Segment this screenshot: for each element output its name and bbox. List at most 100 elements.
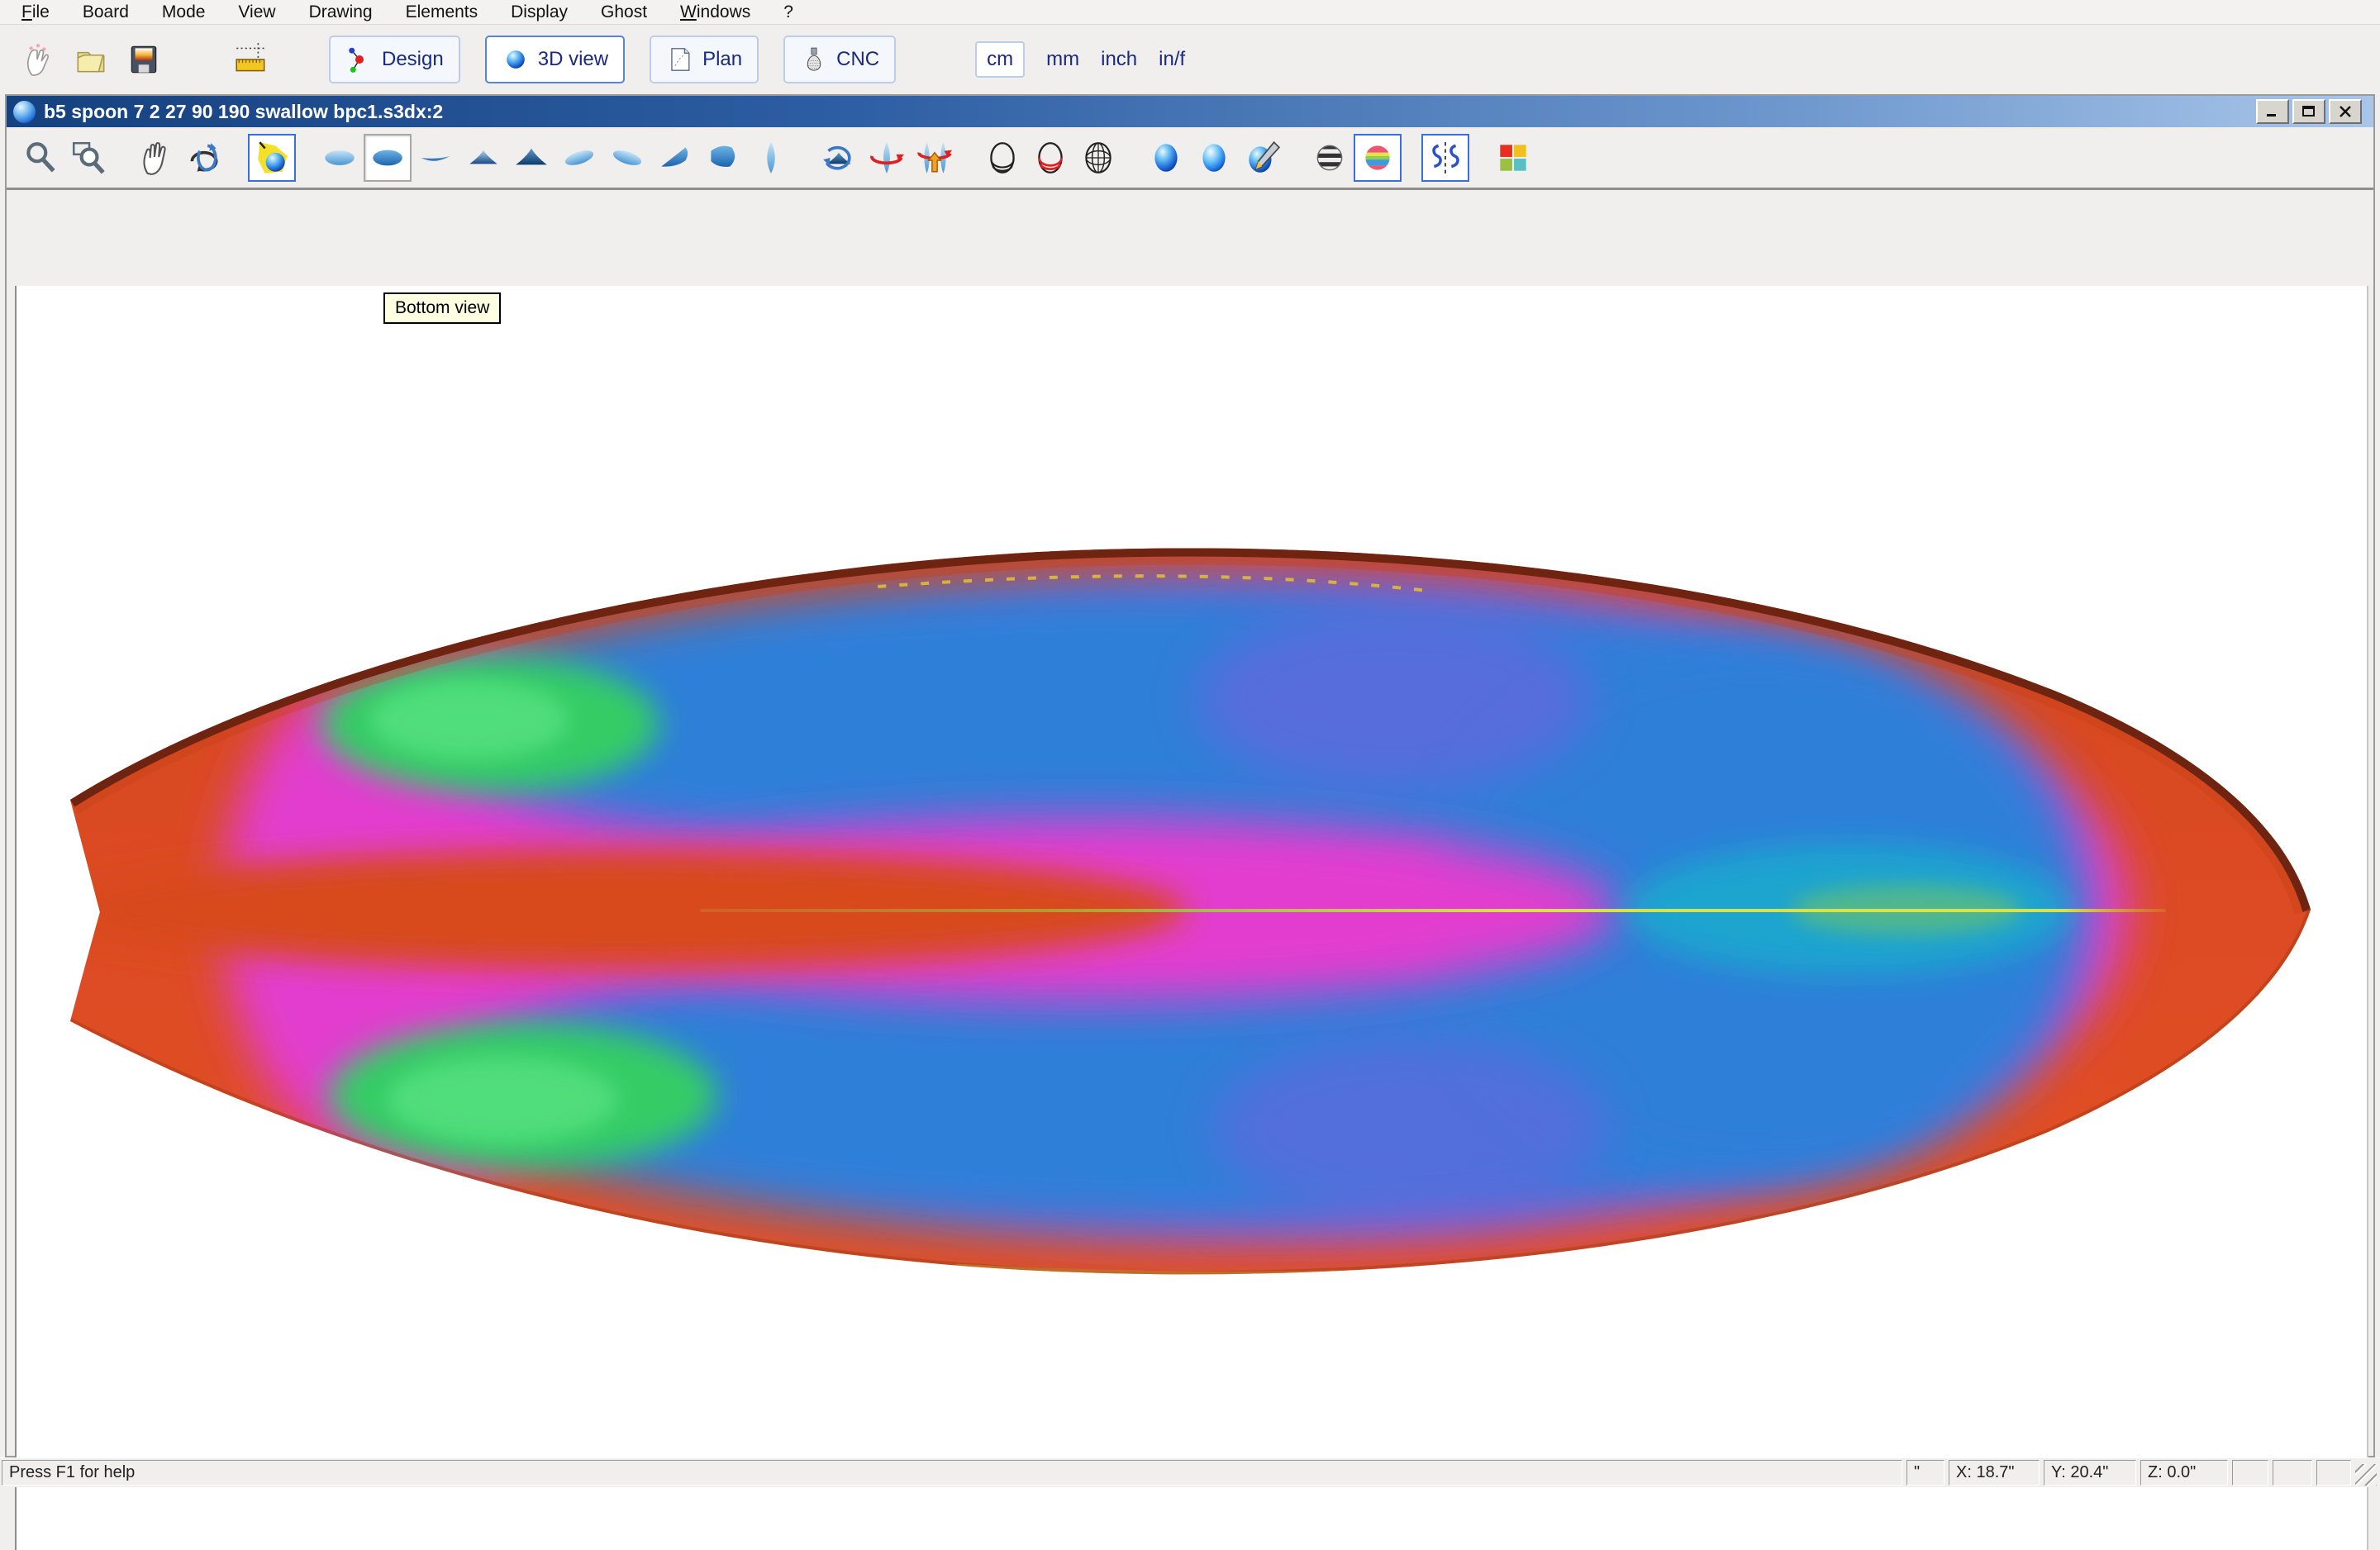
lighting-flash-icon (253, 139, 291, 177)
glossy-sphere-icon (1195, 139, 1233, 177)
view-toolbar (7, 127, 2373, 190)
glossy-render-button[interactable] (1190, 134, 1238, 182)
unit-mm[interactable]: mm (1046, 48, 1079, 71)
zebra-stripes-icon (1311, 139, 1349, 177)
back-view-button[interactable] (507, 134, 555, 182)
pan-tool[interactable] (132, 134, 180, 182)
close-button[interactable] (2329, 99, 2362, 124)
unit-inch[interactable]: inch (1101, 48, 1137, 71)
menu-view[interactable]: View (238, 2, 275, 22)
menu-file[interactable]: File (21, 2, 50, 22)
plan-mode-button[interactable]: Plan (650, 36, 759, 83)
status-y-coordinate: Y: 20.4" (2044, 1460, 2136, 1486)
symmetry-button[interactable] (1421, 134, 1469, 182)
front-view-icon (464, 139, 502, 177)
menu-ghost[interactable]: Ghost (601, 2, 647, 22)
bottom-view-button[interactable] (364, 134, 412, 182)
auto-rotate-icon (820, 139, 858, 177)
top-view-button[interactable] (316, 134, 364, 182)
menu-elements[interactable]: Elements (406, 2, 478, 22)
unit-cm[interactable]: cm (975, 41, 1025, 78)
back-view-icon (512, 139, 550, 177)
menu-display[interactable]: Display (511, 2, 568, 22)
document-title: b5 spoon 7 2 27 90 190 swallow bpc1.s3dx… (44, 101, 2256, 123)
zebra-stripes-button[interactable] (1306, 134, 1354, 182)
open-button[interactable] (64, 33, 117, 86)
surfboard-bottom-render (17, 286, 2367, 1550)
perspective-top-left-icon (560, 139, 598, 177)
unit-inf[interactable]: in/f (1159, 48, 1185, 71)
outline-view-button[interactable] (747, 134, 795, 182)
flip-board-button[interactable] (911, 134, 959, 182)
minimize-button[interactable] (2256, 99, 2289, 124)
rotate-z-button[interactable] (863, 134, 911, 182)
design-label: Design (382, 48, 444, 71)
perspective-bottom-right-button[interactable] (699, 134, 747, 182)
wireframe-button[interactable] (1074, 134, 1122, 182)
shaded-render-button[interactable] (1142, 134, 1190, 182)
menu-drawing[interactable]: Drawing (309, 2, 373, 22)
status-unit: " (1906, 1460, 1944, 1486)
menu-board[interactable]: Board (83, 2, 129, 22)
glove-pointer-icon (19, 40, 57, 78)
symmetry-icon (1426, 139, 1464, 177)
shaded-sphere-icon (1147, 139, 1185, 177)
menu-windows[interactable]: Windows (680, 2, 750, 22)
perspective-bottom-left-icon (656, 139, 694, 177)
cnc-bit-icon (800, 45, 828, 74)
status-x-coordinate: X: 18.7" (1949, 1460, 2040, 1486)
flip-board-icon (916, 139, 954, 177)
tooltip: Bottom view (383, 292, 501, 324)
canvas-3d-view[interactable] (15, 286, 2368, 1550)
perspective-top-left-button[interactable] (555, 134, 603, 182)
maximize-icon (2301, 105, 2316, 118)
3d-view-mode-button[interactable]: 3D view (485, 36, 625, 83)
zoom-tool[interactable] (17, 134, 64, 182)
curvature-map-button[interactable] (1354, 134, 1402, 182)
auto-rotate-button[interactable] (815, 134, 863, 182)
status-empty-3 (2316, 1460, 2351, 1486)
slices-red-button[interactable] (1026, 134, 1074, 182)
resize-grip[interactable] (2355, 1464, 2377, 1486)
status-z-coordinate: Z: 0.0" (2140, 1460, 2228, 1486)
menu-bar: File Board Mode View Drawing Elements Di… (0, 0, 2380, 25)
save-button[interactable] (117, 33, 170, 86)
perspective-top-right-button[interactable] (603, 134, 651, 182)
menu-help[interactable]: ? (783, 2, 793, 22)
rotate-3d-icon (185, 139, 223, 177)
front-view-button[interactable] (459, 134, 507, 182)
maximize-button[interactable] (2292, 99, 2325, 124)
3d-sphere-icon (502, 45, 530, 74)
rocker-view-button[interactable] (412, 134, 459, 182)
rotate-z-icon (868, 139, 906, 177)
slices-button[interactable] (978, 134, 1026, 182)
slices-red-icon (1031, 139, 1069, 177)
menu-mode[interactable]: Mode (162, 2, 206, 22)
slices-icon (983, 139, 1021, 177)
document-icon (13, 101, 36, 123)
dimensions-button[interactable] (225, 33, 278, 86)
plan-label: Plan (702, 48, 742, 71)
perspective-bottom-right-icon (704, 139, 742, 177)
design-mode-button[interactable]: Design (329, 36, 460, 83)
new-board-button[interactable] (12, 33, 64, 86)
status-help: Press F1 for help (2, 1460, 1902, 1486)
outline-view-icon (752, 139, 790, 177)
document-window: b5 spoon 7 2 27 90 190 swallow bpc1.s3dx… (5, 94, 2375, 1457)
color-settings-button[interactable] (1489, 134, 1537, 182)
tooltip-text: Bottom view (395, 298, 489, 317)
cnc-mode-button[interactable]: CNC (783, 36, 896, 83)
texture-paint-button[interactable] (1238, 134, 1286, 182)
ruler-measure-icon (232, 40, 270, 78)
perspective-bottom-left-button[interactable] (651, 134, 699, 182)
status-empty-1 (2232, 1460, 2268, 1486)
plan-sheet-icon (666, 45, 694, 74)
zoom-window-tool[interactable] (64, 134, 112, 182)
save-floppy-icon (125, 40, 163, 78)
cnc-label: CNC (836, 48, 879, 71)
status-bar: Press F1 for help " X: 18.7" Y: 20.4" Z:… (0, 1457, 2380, 1487)
lighting-tool[interactable] (248, 134, 296, 182)
document-titlebar[interactable]: b5 spoon 7 2 27 90 190 swallow bpc1.s3dx… (7, 96, 2373, 127)
top-view-icon (321, 139, 359, 177)
rotate-3d-tool[interactable] (180, 134, 228, 182)
